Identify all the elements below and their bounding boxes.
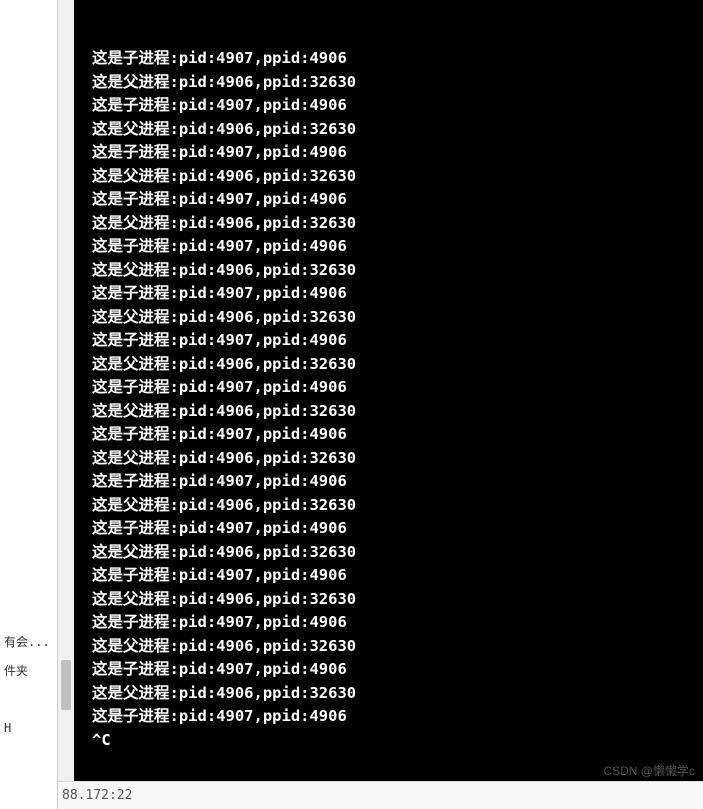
terminal-line: 这是父进程:pid:4906,ppid:32630 [92,588,703,612]
terminal-line: 这是父进程:pid:4906,ppid:32630 [92,212,703,236]
terminal-line: 这是父进程:pid:4906,ppid:32630 [92,71,703,95]
terminal-line: 这是子进程:pid:4907,ppid:4906 [92,282,703,306]
terminal-output[interactable]: 这是子进程:pid:4907,ppid:4906这是父进程:pid:4906,p… [74,0,703,781]
terminal-line: 这是子进程:pid:4907,ppid:4906 [92,658,703,682]
terminal-line: 这是子进程:pid:4907,ppid:4906 [92,47,703,71]
terminal-line: 这是子进程:pid:4907,ppid:4906 [92,235,703,259]
terminal-line: 这是子进程:pid:4907,ppid:4906 [92,94,703,118]
terminal-scrollbar[interactable] [58,0,74,781]
terminal-line: 这是子进程:pid:4907,ppid:4906 [92,188,703,212]
terminal-line: 这是父进程:pid:4906,ppid:32630 [92,635,703,659]
terminal-line: 这是父进程:pid:4906,ppid:32630 [92,165,703,189]
terminal-line: 这是父进程:pid:4906,ppid:32630 [92,682,703,706]
terminal-line: 这是子进程:pid:4907,ppid:4906 [92,329,703,353]
status-bar: 88.172:22 [58,781,703,809]
connection-info: 88.172:22 [62,788,132,803]
terminal-line: 这是父进程:pid:4906,ppid:32630 [92,400,703,424]
scrollbar-thumb[interactable] [61,660,71,710]
terminal-line: 这是父进程:pid:4906,ppid:32630 [92,118,703,142]
terminal-line: 这是子进程:pid:4907,ppid:4906 [92,564,703,588]
terminal-line: 这是子进程:pid:4907,ppid:4906 [92,470,703,494]
left-item-1[interactable]: 有会... [0,627,57,656]
terminal-line: 这是父进程:pid:4906,ppid:32630 [92,306,703,330]
left-panel: 有会... 件夹 H [0,0,58,809]
terminal-line: 这是子进程:pid:4907,ppid:4906 [92,376,703,400]
terminal-line: 这是父进程:pid:4906,ppid:32630 [92,494,703,518]
terminal-line: 这是父进程:pid:4906,ppid:32630 [92,259,703,283]
terminal-line: 这是父进程:pid:4906,ppid:32630 [92,541,703,565]
terminal-line: 这是子进程:pid:4907,ppid:4906 [92,611,703,635]
watermark: CSDN @懒懒学c [603,762,695,779]
terminal-line: 这是父进程:pid:4906,ppid:32630 [92,447,703,471]
terminal-line: ^C [92,729,703,753]
left-item-3[interactable]: H [0,715,57,741]
terminal-line: 这是子进程:pid:4907,ppid:4906 [92,141,703,165]
left-item-2[interactable]: 件夹 [0,656,57,685]
terminal-line: 这是父进程:pid:4906,ppid:32630 [92,353,703,377]
terminal-line: 这是子进程:pid:4907,ppid:4906 [92,705,703,729]
terminal-line: 这是子进程:pid:4907,ppid:4906 [92,517,703,541]
terminal-line: 这是子进程:pid:4907,ppid:4906 [92,423,703,447]
